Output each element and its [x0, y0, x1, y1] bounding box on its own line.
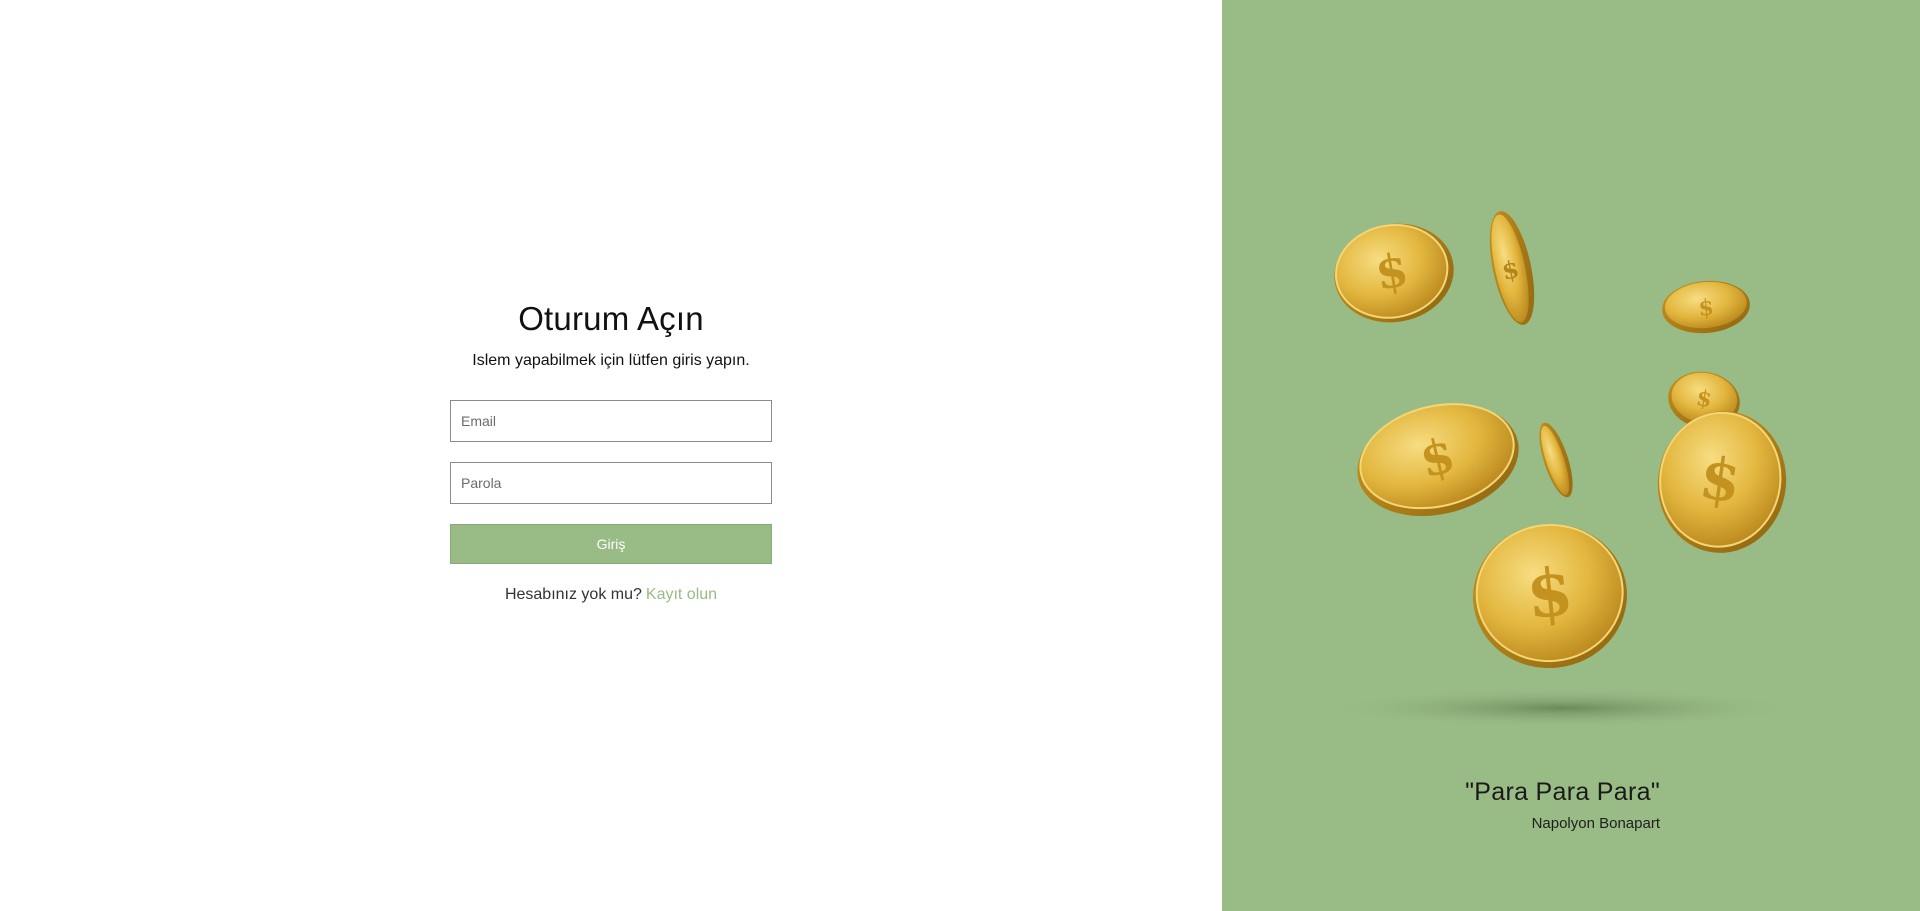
quote-text: "Para Para Para": [1465, 778, 1660, 806]
svg-text:$: $: [1523, 552, 1577, 634]
coin-shadow: [1322, 688, 1802, 728]
svg-text:$: $: [1697, 294, 1715, 321]
login-page: Oturum Açın Islem yapabilmek için lütfen…: [0, 0, 1920, 911]
password-field[interactable]: [450, 462, 772, 504]
page-title: Oturum Açın: [518, 300, 704, 337]
page-subtitle: Islem yapabilmek için lütfen giris yapın…: [472, 352, 750, 369]
coin-icon: $: [1662, 280, 1750, 334]
login-button[interactable]: Giriş: [450, 524, 772, 564]
quote-author: Napolyon Bonapart: [1531, 815, 1660, 832]
login-panel: Oturum Açın Islem yapabilmek için lütfen…: [0, 0, 1222, 911]
hero-panel: $ $ $ $ $ $ $ "Para Para Para" Napolyon …: [1222, 0, 1920, 911]
coin-icon: $: [1657, 411, 1787, 553]
email-field[interactable]: [450, 400, 772, 442]
coin-icon: $: [1357, 403, 1519, 517]
coin-icon: $: [1489, 211, 1535, 325]
coin-icon: $: [1473, 523, 1627, 669]
coin-icon: $: [1334, 223, 1454, 323]
no-account-text: Hesabınız yok mu?: [504, 586, 642, 603]
coin-icon: [1539, 422, 1573, 498]
signup-prompt: Hesabınız yok mu? Kayıt olun: [505, 586, 717, 604]
login-form: Oturum Açın Islem yapabilmek için lütfen…: [450, 300, 772, 604]
gold-coins-illustration: $ $ $ $ $ $ $: [1322, 211, 1802, 728]
hero-quote: "Para Para Para" Napolyon Bonapart: [1465, 778, 1660, 832]
signup-link[interactable]: Kayıt olun: [646, 586, 717, 603]
